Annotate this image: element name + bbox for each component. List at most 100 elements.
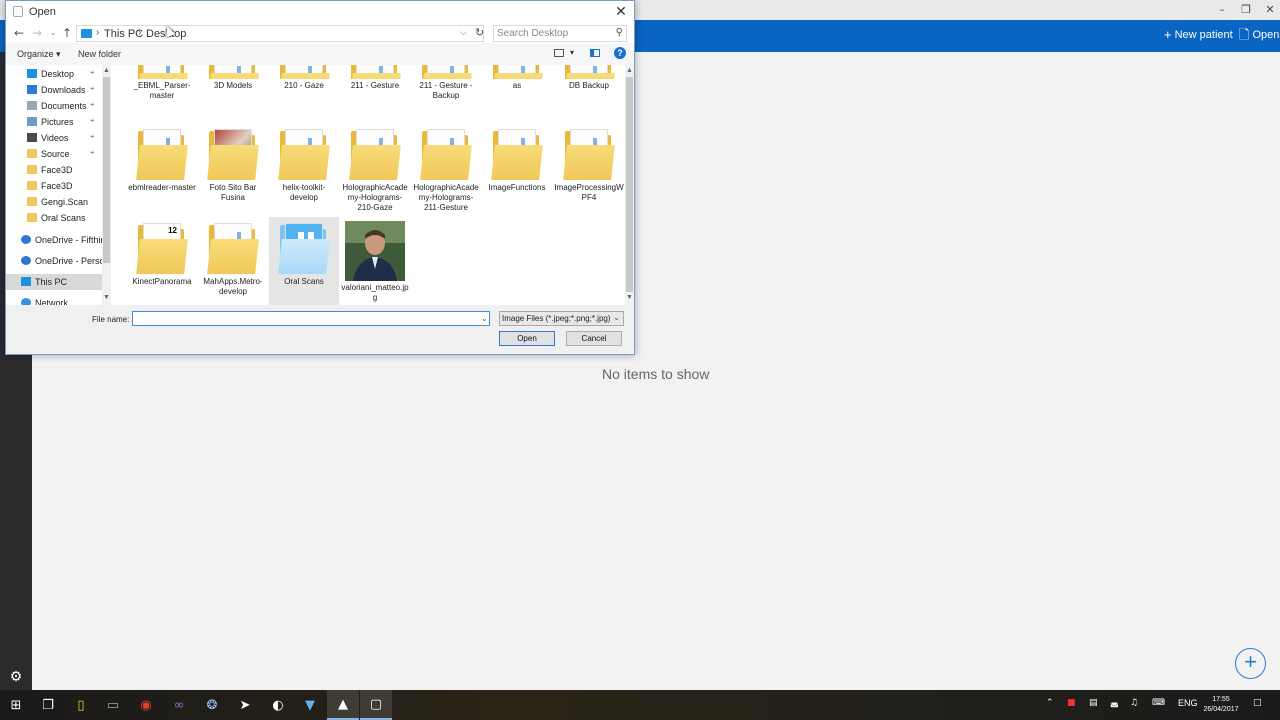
refresh-icon[interactable]: ↻ [475,26,485,39]
nav-item-onedrive-fifthin[interactable]: OneDrive - Fifthin [6,232,106,248]
organize-label: Organize [17,49,54,59]
ccleaner-icon[interactable]: ◐ [262,690,294,720]
chevron-right-icon[interactable]: › [138,27,141,38]
notification-icon[interactable]: □ [1253,698,1262,708]
file-scroll-thumb[interactable] [626,77,633,292]
chevron-down-icon[interactable]: ▾ [570,48,574,57]
file-item[interactable]: Oral Scans [269,217,339,305]
file-item[interactable]: _EBML_Parser-master [127,65,197,117]
scroll-down-icon[interactable]: ▼ [626,294,633,301]
file-item[interactable]: Foto Sito Bar Fusina [198,123,268,211]
file-item[interactable]: DB Backup [554,65,624,117]
nav-item-videos[interactable]: Videos ⌖ [6,130,102,146]
keyboard-icon[interactable]: ⌨ [1152,698,1165,708]
settings-gear-icon[interactable]: ⚙ [8,668,24,684]
file-item[interactable]: ImageProcessingWPF4 [554,123,624,211]
onedrive-icon [21,235,31,244]
clock[interactable]: 17:55 26/04/2017 [1200,695,1242,715]
scroll-up-icon[interactable]: ▲ [626,67,633,74]
nav-scroll-thumb[interactable] [103,77,110,263]
file-item[interactable]: 210 - Gaze [269,65,339,117]
pin-icon: ⌖ [90,68,95,77]
nav-item-face3d[interactable]: Face3D [6,162,102,178]
nav-item-pictures[interactable]: Pictures ⌖ [6,114,102,130]
file-type-filter-select[interactable]: Image Files (*.jpeg;*.png;*.jpg) ⌄ [499,311,624,326]
volume-icon[interactable]: ♫ [1130,698,1138,708]
nav-item-source[interactable]: Source ⌖ [6,146,102,162]
chevron-up-icon[interactable]: ⌃ [1046,698,1054,708]
change-view-icon[interactable] [554,49,564,57]
file-scrollbar[interactable]: ▲ ▼ [625,65,634,305]
open-file-button[interactable]: Open [499,331,555,346]
app-icon[interactable]: ▼ [294,690,326,720]
close-icon[interactable]: ✕ [612,3,630,21]
nav-item-onedrive-persor[interactable]: OneDrive - Persor [6,253,108,269]
organize-button[interactable]: Organize ▾ [17,49,61,60]
scroll-down-icon[interactable]: ▼ [103,294,110,301]
file-item[interactable]: HolographicAcademy-Holograms-211-Gesture [411,123,481,212]
chevron-down-icon[interactable]: ⌵ [460,27,467,38]
back-arrow-icon[interactable]: ← [12,25,26,41]
notepad-icon[interactable]: ▭ [97,690,129,720]
chevron-right-icon[interactable]: › [96,27,99,38]
preview-pane-icon[interactable] [590,49,600,57]
address-bar[interactable]: › This PC › Desktop ⌵ ↻ [76,25,484,42]
dialog-app-icon[interactable]: ▢ [360,690,392,720]
file-item[interactable]: HolographicAcademy-Holograms-210-Gaze [340,123,410,212]
chevron-down-icon[interactable]: ⌄ [481,314,488,323]
chrome-icon[interactable]: ◉ [130,690,162,720]
pin-icon: ⌖ [90,116,95,125]
nav-item-gengi-scan[interactable]: Gengi.Scan [6,194,102,210]
recent-locations-chevron-icon[interactable]: ⌄ [46,25,60,41]
file-item[interactable]: ImageFunctions [482,123,552,211]
app-icon[interactable]: ❂ [196,690,228,720]
nav-item-network[interactable]: Network [6,295,102,305]
nav-item-label: Desktop [41,69,75,79]
navigation-pane: Desktop ⌖ Downloads ⌖ Documents ⌖ Pictures ⌖ Vid… [6,65,111,305]
file-item[interactable]: ebmlreader-master [127,123,197,211]
language-indicator[interactable]: ENG [1178,698,1198,708]
forward-arrow-icon[interactable]: → [30,25,44,41]
file-item[interactable]: 211 - Gesture - Backup [411,65,481,117]
nav-item-documents[interactable]: Documents ⌖ [6,98,102,114]
add-fab-button[interactable]: + [1235,648,1266,679]
file-item[interactable]: ∞12 KinectPanorama [127,217,197,305]
nav-item-downloads[interactable]: Downloads ⌖ [6,82,102,98]
restore-icon[interactable]: ❐ [1236,3,1256,16]
file-item[interactable]: valoriani_matteo.jpg [340,217,410,305]
file-item[interactable]: MahApps.Metro-develop [198,217,268,305]
file-explorer-icon[interactable]: ▯ [65,690,97,720]
nav-item-oral-scans[interactable]: Oral Scans [6,210,102,226]
photo-app-icon[interactable]: ▲ [327,690,359,720]
new-patient-button[interactable]: + New patient [1164,28,1233,41]
nav-item-face3d[interactable]: Face3D [6,178,102,194]
nav-item-desktop[interactable]: Desktop ⌖ [6,66,102,82]
cancel-button[interactable]: Cancel [566,331,622,346]
open-file-dialog: Open ✕ ← → ⌄ ↑ › This PC › Desktop ⌵ ↻ ⚲… [5,0,635,355]
network-icon [21,298,31,305]
open-button[interactable]: 🗋 Open [1239,28,1279,41]
file-item[interactable]: 3D Models [198,65,268,117]
visual-studio-icon[interactable]: ∞ [163,690,195,720]
scroll-up-icon[interactable]: ▲ [103,67,110,74]
unity-icon[interactable]: ➤ [229,690,261,720]
nav-item-this-pc[interactable]: This PC [6,274,102,290]
file-item[interactable]: 211 - Gesture [340,65,410,117]
nav-scrollbar[interactable]: ▲ ▼ [102,65,111,305]
file-list: _EBML_Parser-master 3D Models 210 - Gaze 21… [111,65,634,305]
minimize-icon[interactable]: – [1212,3,1232,16]
battery-icon[interactable]: ▤ [1089,698,1098,708]
new-folder-button[interactable]: New folder [78,49,121,59]
file-item[interactable]: helix-toolkit-develop [269,123,339,211]
file-name-input[interactable] [132,311,490,326]
file-item[interactable]: as [482,65,552,117]
antivirus-icon[interactable]: ■ [1067,698,1076,708]
help-icon[interactable]: ? [614,47,626,59]
up-arrow-icon[interactable]: ↑ [60,25,74,41]
search-icon[interactable]: ⚲ [616,27,623,38]
search-input[interactable] [497,27,607,40]
task-view-icon[interactable]: ❐ [32,690,64,720]
wifi-icon[interactable]: ◛ [1110,698,1119,708]
windows-start-icon[interactable]: ⊞ [0,690,32,720]
close-icon[interactable]: ✕ [1260,3,1280,16]
